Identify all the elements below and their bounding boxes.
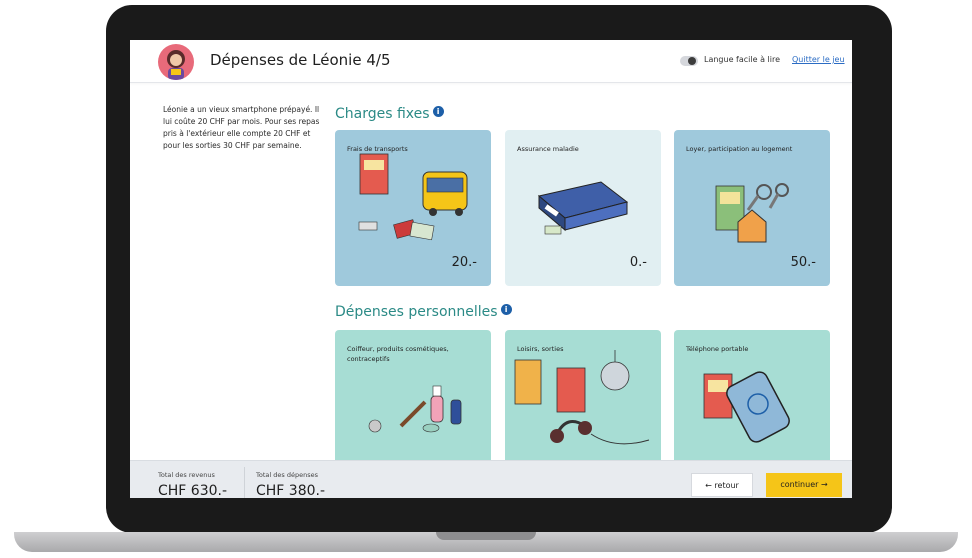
avatar	[158, 44, 194, 80]
card-amount: 50.-	[790, 255, 816, 270]
expenses-value: CHF 380.-	[256, 483, 326, 498]
quit-game-link[interactable]: Quitter le jeu	[792, 55, 845, 64]
info-icon[interactable]: i	[500, 304, 512, 315]
card-amount: 0.-	[629, 255, 647, 270]
card-label: Téléphone portable	[686, 345, 749, 353]
card-label: Coiffeur, produits cosmétiques, contrace…	[347, 345, 449, 363]
section-title-fixed: Charges fixes i	[335, 106, 444, 122]
card-amount: 20.-	[451, 255, 477, 270]
income-label: Total des revenus	[158, 471, 215, 479]
section-title-fixed-text: Charges fixes	[335, 106, 430, 122]
continue-button[interactable]: continuer →	[766, 473, 842, 497]
footer-bar: Total des revenus CHF 630.- Total des dé…	[130, 460, 852, 498]
card-label: Loisirs, sorties	[517, 345, 564, 353]
page-title: Dépenses de Léonie 4/5	[210, 51, 391, 69]
card-label: Assurance maladie	[517, 145, 579, 153]
section-title-personal: Dépenses personnelles i	[335, 304, 512, 320]
info-icon[interactable]: i	[432, 106, 444, 117]
easy-read-toggle[interactable]	[680, 56, 698, 66]
card-transport[interactable]: Frais de transports 20.-	[335, 130, 491, 286]
section-title-personal-text: Dépenses personnelles	[335, 304, 498, 320]
back-button[interactable]: ← retour	[691, 473, 753, 497]
laptop-notch	[436, 532, 536, 540]
card-rent[interactable]: Loyer, participation au logement 50.-	[674, 130, 830, 286]
card-label: Frais de transports	[347, 145, 408, 153]
header: Dépenses de Léonie 4/5 Langue facile à l…	[130, 40, 852, 83]
card-health-insurance[interactable]: Assurance maladie 0.-	[505, 130, 661, 286]
app-screen: Dépenses de Léonie 4/5 Langue facile à l…	[130, 40, 852, 498]
easy-read-label: Langue facile à lire	[704, 55, 780, 64]
scenario-description: Léonie a un vieux smartphone prépayé. Il…	[163, 105, 320, 150]
toggle-knob	[688, 57, 696, 65]
card-label: Loyer, participation au logement	[686, 145, 793, 153]
income-value: CHF 630.-	[158, 483, 228, 498]
expenses-label: Total des dépenses	[256, 471, 318, 479]
divider	[244, 467, 245, 498]
